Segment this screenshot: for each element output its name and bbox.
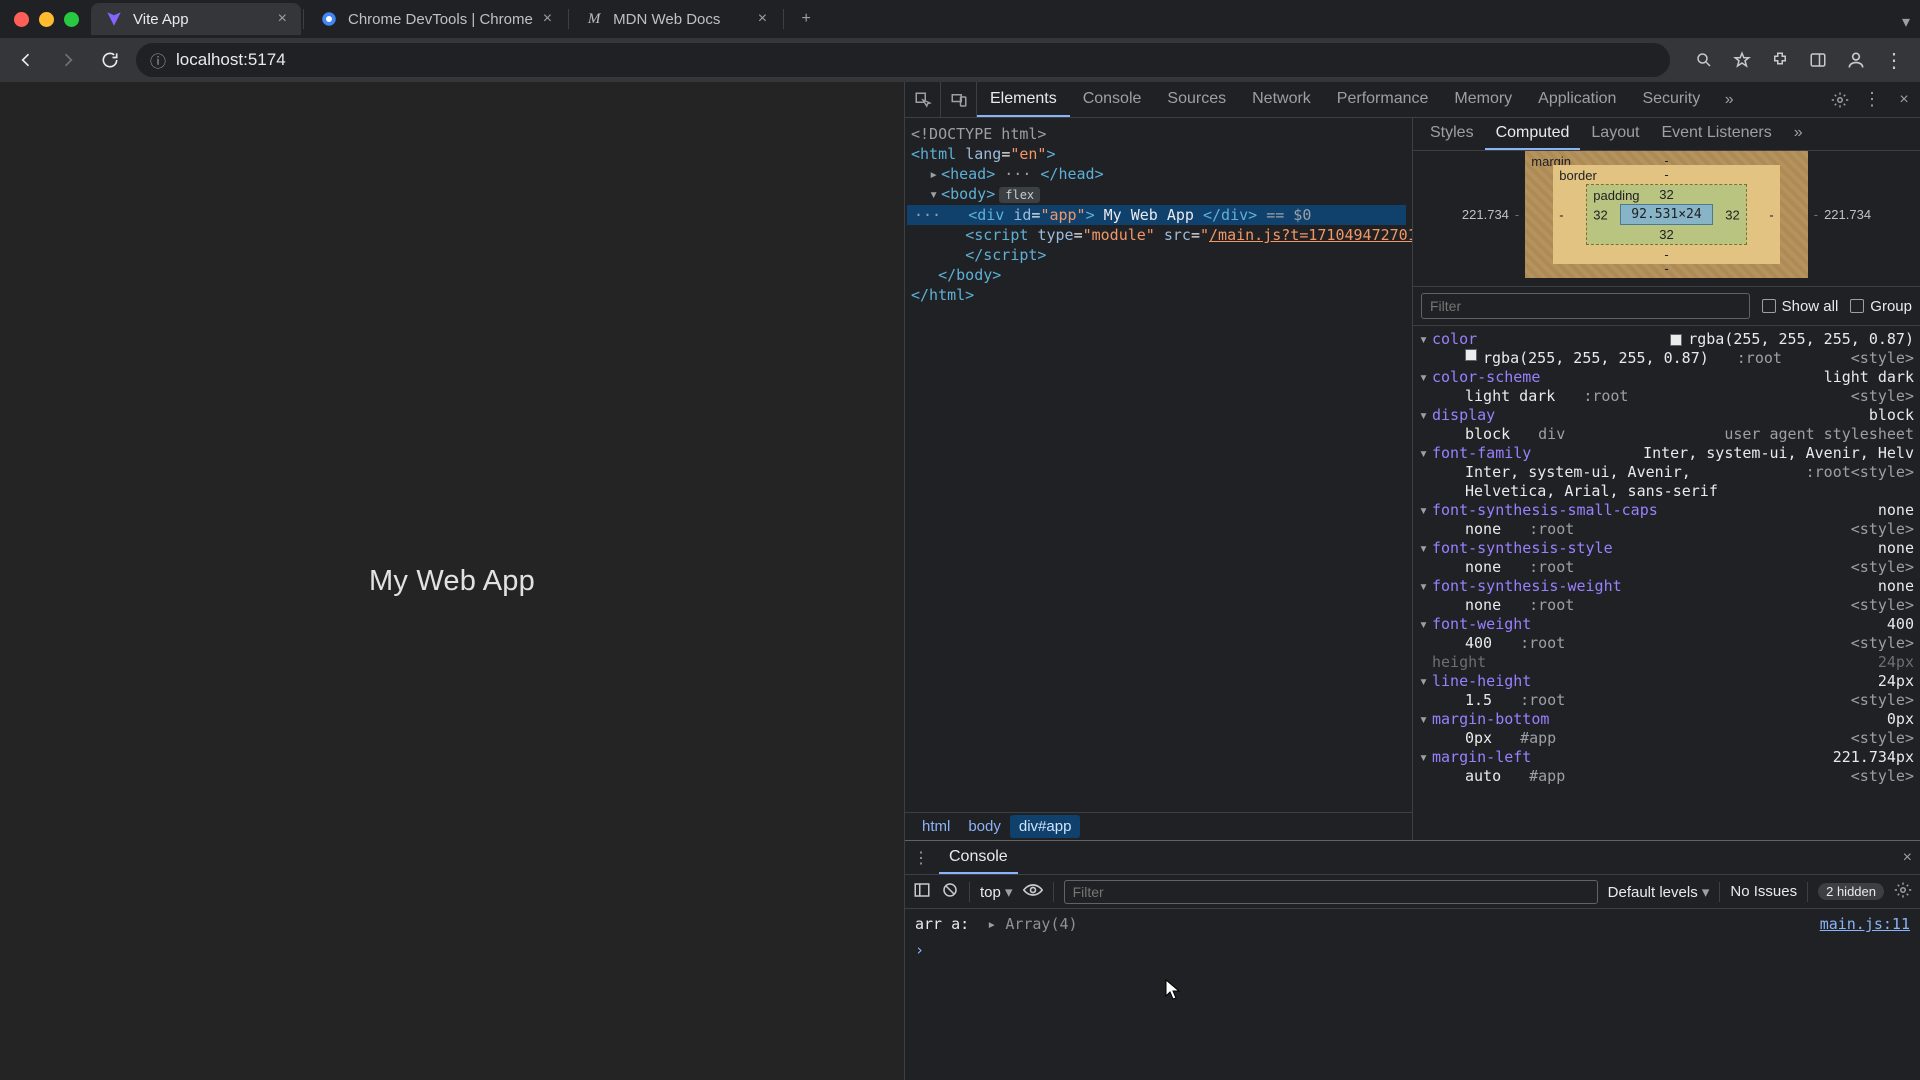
tab-title: Vite App xyxy=(133,11,189,28)
tab-title: MDN Web Docs xyxy=(613,11,720,28)
console-drawer: ⋮ Console × top ▾ Default levels ▾ No Is… xyxy=(905,840,1920,1080)
profile-icon[interactable] xyxy=(1840,44,1872,76)
zoom-icon[interactable] xyxy=(1688,44,1720,76)
kebab-menu-icon[interactable]: ⋮ xyxy=(1878,44,1910,76)
computed-filter-input[interactable] xyxy=(1421,293,1750,319)
app-heading: My Web App xyxy=(369,565,535,598)
site-info-icon[interactable]: ⓘ xyxy=(150,48,166,72)
settings-icon[interactable] xyxy=(1824,82,1856,117)
devtools-tab-performance[interactable]: Performance xyxy=(1324,82,1442,117)
clear-console-icon[interactable] xyxy=(941,881,959,903)
console-filter-input[interactable] xyxy=(1064,880,1598,904)
sidepanel-icon[interactable] xyxy=(1802,44,1834,76)
live-expression-icon[interactable] xyxy=(1023,883,1043,901)
address-bar[interactable]: ⓘ localhost:5174 xyxy=(136,43,1670,77)
browser-tab-strip: Vite App × Chrome DevTools | Chrome × M … xyxy=(0,0,1920,38)
drawer-menu-icon[interactable]: ⋮ xyxy=(913,848,929,868)
close-tab-icon[interactable]: × xyxy=(543,10,552,28)
flex-badge[interactable]: flex xyxy=(999,187,1040,203)
console-drawer-tab[interactable]: Console xyxy=(939,842,1018,874)
device-toolbar-icon[interactable] xyxy=(941,82,977,117)
page-viewport: My Web App xyxy=(0,82,904,1080)
console-sidebar-icon[interactable] xyxy=(913,881,931,903)
back-button[interactable] xyxy=(10,44,42,76)
show-all-checkbox[interactable]: Show all xyxy=(1762,298,1839,315)
close-window-icon[interactable] xyxy=(14,12,29,27)
mdn-favicon-icon: M xyxy=(585,10,603,28)
devtools-tab-memory[interactable]: Memory xyxy=(1441,82,1525,117)
margin-left-value: 221.734 xyxy=(1462,207,1509,222)
selected-dom-node[interactable]: ··· <div id="app"> My Web App </div> == … xyxy=(907,205,1406,225)
console-prompt[interactable]: › xyxy=(915,941,1910,959)
extensions-icon[interactable] xyxy=(1764,44,1796,76)
breadcrumb: htmlbodydiv#app xyxy=(905,812,1412,840)
new-tab-button[interactable]: + xyxy=(792,5,820,33)
devtools-tab-application[interactable]: Application xyxy=(1525,82,1629,117)
devtools-panel: ElementsConsoleSourcesNetworkPerformance… xyxy=(904,82,1920,1080)
devtools-tabbar: ElementsConsoleSourcesNetworkPerformance… xyxy=(905,82,1920,118)
log-source-link[interactable]: main.js:11 xyxy=(1820,915,1910,933)
elements-panel: <!DOCTYPE html> <html lang="en"> ▸<head>… xyxy=(905,118,1413,840)
context-selector[interactable]: top ▾ xyxy=(980,883,1013,901)
tab-title: Chrome DevTools | Chrome xyxy=(348,11,533,28)
devtools-menu-icon[interactable]: ⋮ xyxy=(1856,82,1888,117)
box-model: 221.734 - margin - - border - - - - xyxy=(1413,151,1920,286)
minimize-window-icon[interactable] xyxy=(39,12,54,27)
computed-filter-row: Show all Group xyxy=(1413,286,1920,326)
forward-button[interactable] xyxy=(52,44,84,76)
side-tab-computed[interactable]: Computed xyxy=(1485,118,1581,150)
crumb-html[interactable]: html xyxy=(913,815,959,838)
hidden-count[interactable]: 2 hidden xyxy=(1818,883,1884,900)
chrome-favicon-icon xyxy=(320,10,338,28)
mouse-cursor-icon xyxy=(1165,979,1181,1001)
url-text: localhost:5174 xyxy=(176,50,286,70)
group-checkbox[interactable]: Group xyxy=(1850,298,1912,315)
close-tab-icon[interactable]: × xyxy=(278,10,287,28)
close-drawer-icon[interactable]: × xyxy=(1903,849,1912,867)
sidebar-tabs: StylesComputedLayoutEvent Listeners» xyxy=(1413,118,1920,151)
side-tab-event-listeners[interactable]: Event Listeners xyxy=(1650,118,1782,150)
browser-tab-mdn[interactable]: M MDN Web Docs × xyxy=(571,3,781,35)
side-tab-styles[interactable]: Styles xyxy=(1419,118,1485,150)
devtools-tab-security[interactable]: Security xyxy=(1629,82,1713,117)
browser-tab-vite[interactable]: Vite App × xyxy=(91,3,301,35)
console-output[interactable]: arr a: ▸ Array(4) main.js:11 › xyxy=(905,909,1920,1080)
devtools-tab-console[interactable]: Console xyxy=(1070,82,1155,117)
close-tab-icon[interactable]: × xyxy=(758,10,767,28)
vite-favicon-icon xyxy=(105,10,123,28)
margin-right-value: 221.734 xyxy=(1824,207,1871,222)
devtools-tab-network[interactable]: Network xyxy=(1239,82,1324,117)
crumb-body[interactable]: body xyxy=(959,815,1010,838)
maximize-window-icon[interactable] xyxy=(64,12,79,27)
content-size: 92.531×24 xyxy=(1621,205,1711,224)
console-settings-icon[interactable] xyxy=(1894,881,1912,903)
side-tab-layout[interactable]: Layout xyxy=(1580,118,1650,150)
log-levels-selector[interactable]: Default levels ▾ xyxy=(1608,883,1710,901)
crumb-div-app[interactable]: div#app xyxy=(1010,815,1081,838)
window-controls xyxy=(14,12,79,27)
bookmark-icon[interactable] xyxy=(1726,44,1758,76)
devtools-tab-sources[interactable]: Sources xyxy=(1154,82,1239,117)
issues-label[interactable]: No Issues xyxy=(1730,883,1797,900)
dom-tree[interactable]: <!DOCTYPE html> <html lang="en"> ▸<head>… xyxy=(905,118,1412,812)
browser-toolbar: ⓘ localhost:5174 ⋮ xyxy=(0,38,1920,82)
close-devtools-icon[interactable]: × xyxy=(1888,82,1920,117)
browser-tab-devtools-docs[interactable]: Chrome DevTools | Chrome × xyxy=(306,3,566,35)
more-side-tabs-icon[interactable]: » xyxy=(1783,118,1814,150)
chrome-menu-icon[interactable]: ▾ xyxy=(1902,12,1910,32)
reload-button[interactable] xyxy=(94,44,126,76)
styles-sidebar: StylesComputedLayoutEvent Listeners» 221… xyxy=(1413,118,1920,840)
more-tabs-icon[interactable]: » xyxy=(1713,82,1745,117)
inspect-element-icon[interactable] xyxy=(905,82,941,117)
devtools-tab-elements[interactable]: Elements xyxy=(977,82,1070,117)
computed-properties[interactable]: ▾colorrgba(255, 255, 255, 0.87)rgba(255,… xyxy=(1413,326,1920,840)
